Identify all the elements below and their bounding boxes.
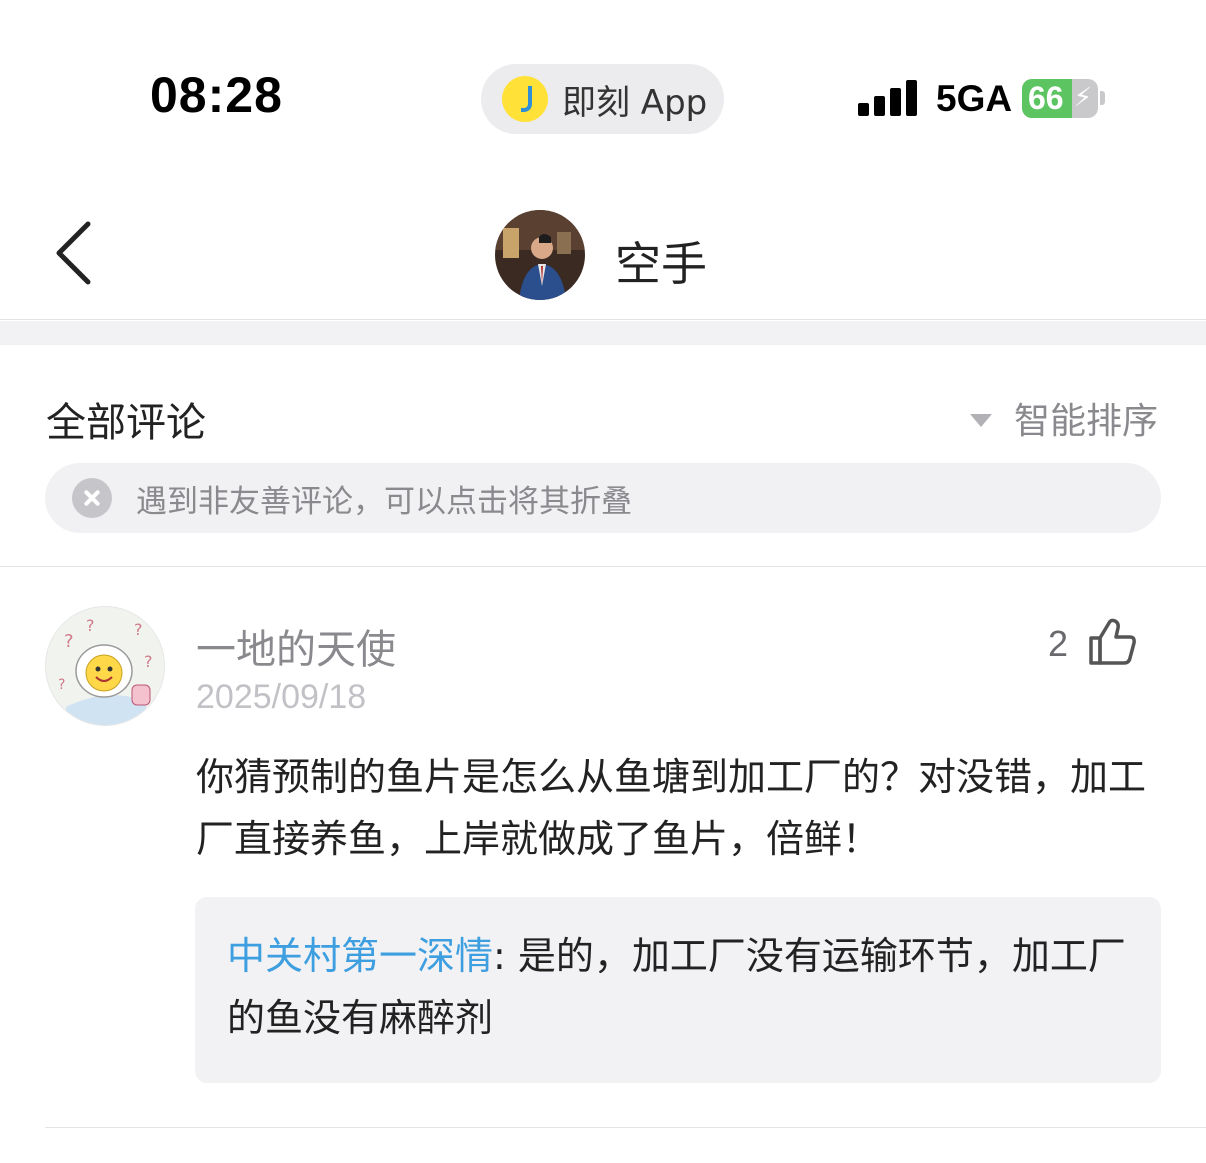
cellular-signal-icon [858, 80, 918, 116]
jike-app-icon [502, 76, 548, 122]
fold-tip-banner: 遇到非友善评论，可以点击将其折叠 [45, 463, 1161, 533]
status-bar: 08:28 即刻 App 5GA 66 ⚡ [0, 0, 1206, 170]
thumbs-up-icon [1088, 618, 1138, 670]
battery-tip [1100, 91, 1105, 105]
status-time: 08:28 [150, 67, 283, 123]
reply-preview[interactable]: 中关村第一深情: 是的，加工厂没有运输环节，加工厂的鱼没有麻醉剂 [195, 897, 1161, 1083]
svg-text:?: ? [58, 677, 65, 693]
close-icon[interactable] [72, 478, 112, 518]
section-gap [0, 321, 1206, 345]
page-title: 空手 [615, 237, 707, 291]
comment-date: 2025/09/18 [196, 678, 367, 716]
fold-tip-text: 遇到非友善评论，可以点击将其折叠 [136, 483, 632, 520]
app-indicator-pill[interactable]: 即刻 App [481, 64, 724, 134]
sort-label: 智能排序 [1013, 401, 1158, 442]
svg-text:?: ? [86, 616, 95, 635]
svg-text:?: ? [134, 620, 143, 639]
like-button[interactable]: 2 [1048, 618, 1138, 670]
charging-bolt-icon: ⚡ [1073, 83, 1092, 113]
divider [0, 566, 1206, 567]
reply-author-link[interactable]: 中关村第一深情 [227, 934, 493, 978]
comment-body: 你猜预制的鱼片是怎么从鱼塘到加工厂的？对没错，加工厂直接养鱼，上岸就做成了鱼片，… [196, 755, 1147, 861]
svg-text:?: ? [64, 631, 74, 652]
user-avatar[interactable] [495, 210, 585, 300]
comment-author[interactable]: 一地的天使 [196, 617, 396, 675]
battery-level: 66 [1028, 80, 1064, 116]
comments-header: 全部评论 [46, 400, 206, 446]
nav-bar: 空手 [0, 190, 1206, 320]
reply-separator: : [493, 934, 518, 978]
caret-down-icon [969, 413, 992, 427]
divider [45, 1127, 1206, 1128]
battery-icon: 66 ⚡ [1022, 79, 1098, 118]
svg-text:?: ? [144, 652, 153, 671]
network-type-label: 5GA [936, 78, 1013, 119]
commenter-avatar[interactable]: ? ? ? ? ? [45, 606, 165, 726]
app-indicator-label: 即刻 App [562, 82, 708, 123]
back-chevron-icon[interactable] [50, 220, 110, 286]
sort-dropdown[interactable]: 智能排序 [969, 392, 1158, 444]
like-count: 2 [1048, 623, 1069, 664]
